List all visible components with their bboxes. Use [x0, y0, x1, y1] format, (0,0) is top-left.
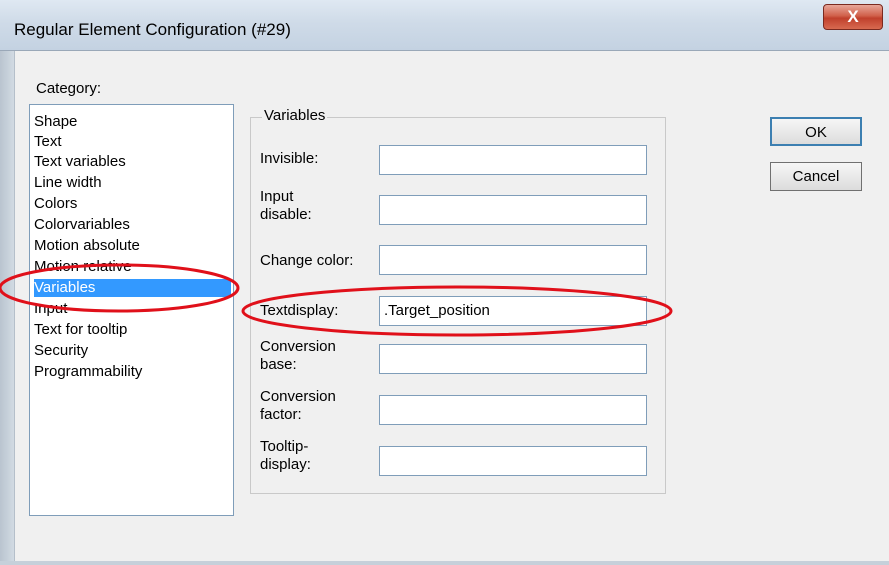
category-highlight-ellipse: [0, 263, 240, 313]
annotation-layer: [0, 263, 673, 337]
textdisplay-highlight-ellipse: [241, 285, 673, 337]
